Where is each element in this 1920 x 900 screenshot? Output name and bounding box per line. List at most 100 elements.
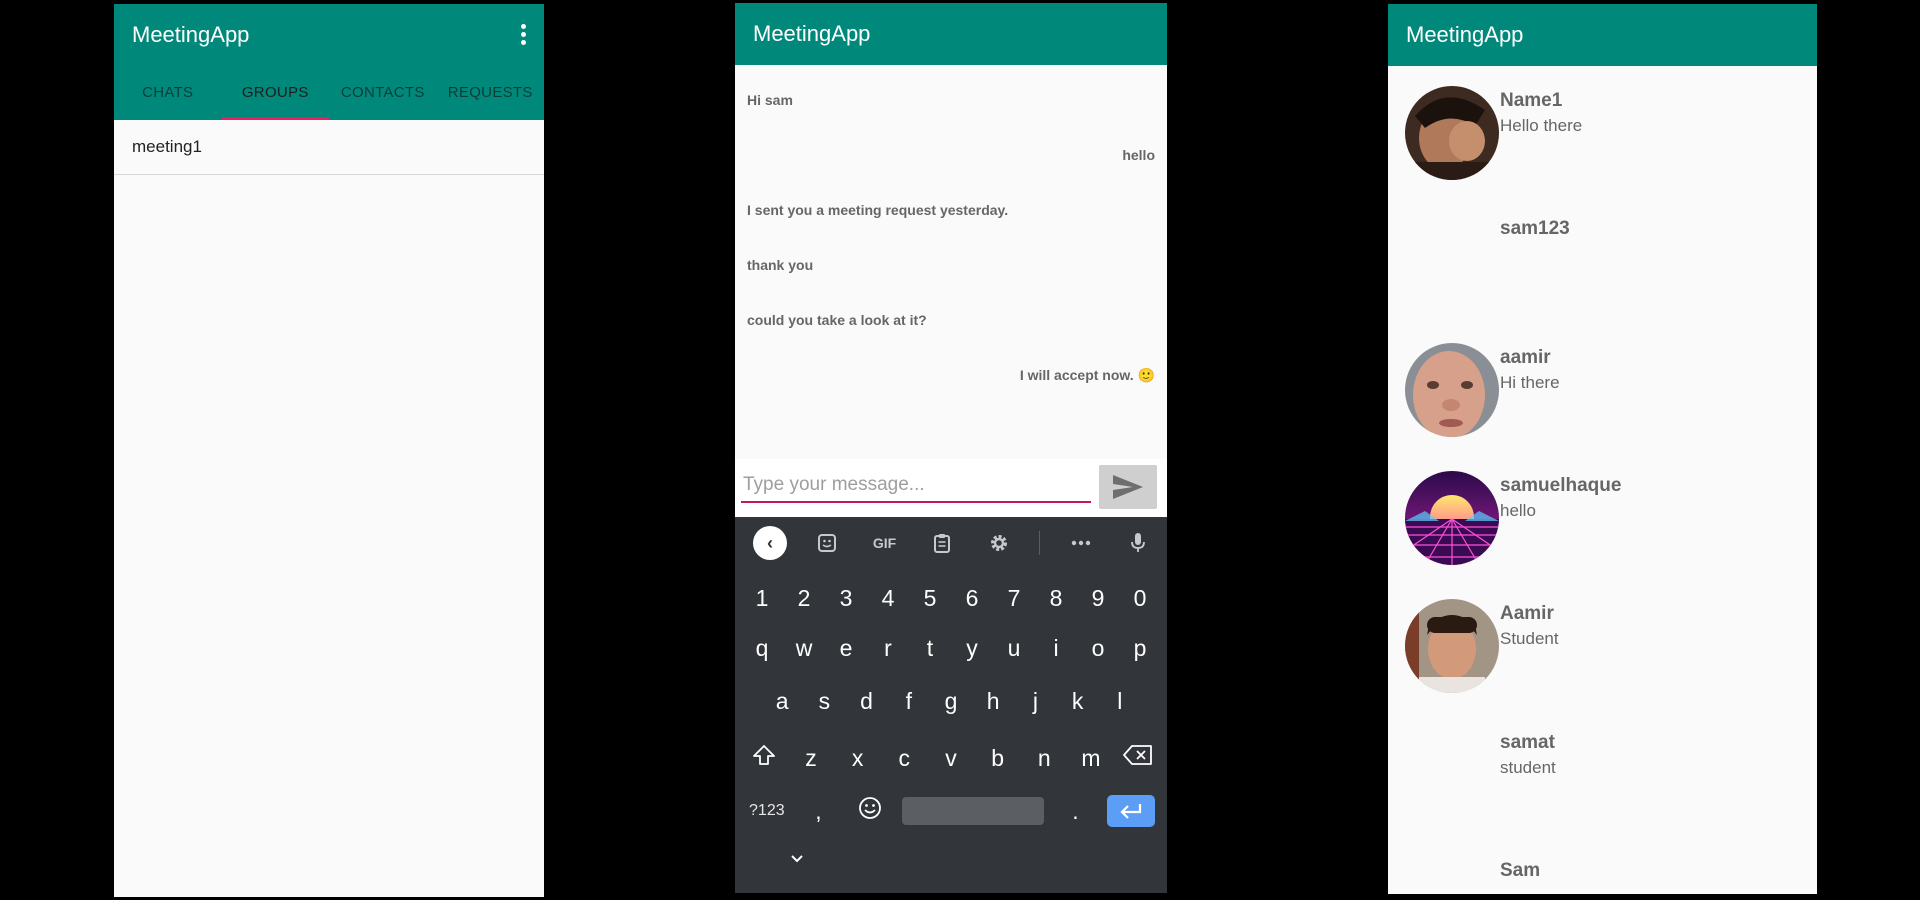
key[interactable]: q (742, 635, 782, 662)
contact-status: Hello there (1500, 116, 1583, 135)
clipboard-icon[interactable] (925, 526, 959, 560)
tab-groups[interactable]: GROUPS (221, 66, 329, 120)
key[interactable]: p (1120, 635, 1160, 662)
message-input[interactable] (741, 469, 1091, 503)
key[interactable]: 9 (1078, 585, 1118, 612)
key[interactable]: i (1036, 635, 1076, 662)
message-received: thank you (747, 257, 814, 273)
key[interactable]: k (1058, 688, 1098, 715)
contact-list-item[interactable]: Name1 Hello there (1388, 82, 1817, 202)
key[interactable]: u (994, 635, 1034, 662)
key[interactable]: 8 (1036, 585, 1076, 612)
contact-list-item[interactable]: Sam (1388, 852, 1817, 894)
key[interactable]: m (1071, 745, 1111, 772)
backspace-key[interactable] (1118, 744, 1158, 772)
contact-list-item[interactable]: sam123 (1388, 210, 1817, 330)
contact-name: Sam (1500, 860, 1541, 881)
keyboard-row-q: q w e r t y u i o p (735, 635, 1167, 662)
keyboard-bottom-row: ?123 , . (735, 795, 1167, 827)
gif-button[interactable]: GIF (868, 526, 902, 560)
contact-name: samuelhaque (1500, 475, 1622, 496)
contact-status: hello (1500, 501, 1536, 520)
key[interactable]: j (1015, 688, 1055, 715)
contact-name: aamir (1500, 347, 1551, 368)
contact-list-item[interactable]: Aamir Student (1388, 595, 1817, 715)
keyboard-row-z: z x c v b n m (735, 743, 1167, 773)
key[interactable]: v (931, 745, 971, 772)
space-key[interactable] (901, 797, 1044, 825)
contact-list-item[interactable]: aamir Hi there (1388, 339, 1817, 459)
emoji-key[interactable] (850, 796, 890, 826)
send-button[interactable] (1099, 465, 1157, 509)
on-screen-keyboard: ‹ GIF 1 2 3 4 5 6 7 8 9 0 q w e r t y u … (735, 517, 1167, 893)
key[interactable]: 4 (868, 585, 908, 612)
backspace-icon (1122, 745, 1152, 765)
tab-bar: CHATS GROUPS CONTACTS REQUESTS (114, 66, 544, 120)
contact-list-item[interactable]: samat student (1388, 724, 1817, 844)
enter-key[interactable] (1107, 795, 1156, 827)
tab-chats[interactable]: CHATS (114, 66, 222, 120)
key[interactable]: 3 (826, 585, 866, 612)
key[interactable]: g (931, 688, 971, 715)
tab-requests[interactable]: REQUESTS (437, 66, 545, 120)
key[interactable]: r (868, 635, 908, 662)
app-bar: MeetingApp (735, 3, 1167, 65)
group-list-item[interactable]: meeting1 (114, 120, 544, 175)
contacts-screen: MeetingApp Name1 Hello there sam123 aami… (1388, 4, 1817, 894)
key[interactable]: 2 (784, 585, 824, 612)
overflow-menu-icon[interactable] (520, 24, 526, 48)
key[interactable]: 6 (952, 585, 992, 612)
hide-keyboard-icon[interactable] (789, 851, 805, 869)
symbols-key[interactable]: ?123 (747, 802, 787, 820)
key[interactable]: 1 (742, 585, 782, 612)
key[interactable]: f (889, 688, 929, 715)
comma-key[interactable]: , (798, 798, 838, 825)
contact-name: Name1 (1500, 90, 1563, 111)
key[interactable]: e (826, 635, 866, 662)
tab-contacts[interactable]: CONTACTS (329, 66, 437, 120)
key[interactable]: h (973, 688, 1013, 715)
contact-status: student (1500, 758, 1556, 777)
back-arrow-icon[interactable]: ‹ (753, 526, 787, 560)
enter-icon (1120, 804, 1142, 819)
key[interactable]: l (1100, 688, 1140, 715)
key[interactable]: o (1078, 635, 1118, 662)
key[interactable]: z (791, 745, 831, 772)
key[interactable]: w (784, 635, 824, 662)
keyboard-toolbar: ‹ GIF (735, 517, 1167, 569)
shift-icon (753, 745, 776, 765)
key[interactable]: n (1024, 745, 1064, 772)
key[interactable]: 7 (994, 585, 1034, 612)
avatar (1405, 471, 1499, 565)
key[interactable]: 5 (910, 585, 950, 612)
key[interactable]: x (838, 745, 878, 772)
contact-status: Hi there (1500, 373, 1560, 392)
key[interactable]: 0 (1120, 585, 1160, 612)
message-composer (735, 459, 1167, 517)
key[interactable]: y (952, 635, 992, 662)
app-title: MeetingApp (753, 21, 871, 46)
key[interactable]: c (884, 745, 924, 772)
groups-screen: MeetingApp CHATS GROUPS CONTACTS REQUEST… (114, 4, 544, 897)
key[interactable]: s (804, 688, 844, 715)
avatar (1405, 86, 1499, 180)
sticker-icon[interactable] (810, 526, 844, 560)
contact-name: sam123 (1500, 218, 1570, 239)
gear-icon[interactable] (982, 526, 1016, 560)
period-key[interactable]: . (1055, 798, 1095, 825)
key[interactable]: a (762, 688, 802, 715)
avatar (1405, 343, 1499, 437)
contact-list-item[interactable]: samuelhaque hello (1388, 467, 1817, 587)
key[interactable]: t (910, 635, 950, 662)
key[interactable]: b (978, 745, 1018, 772)
contact-name: Aamir (1500, 603, 1554, 624)
keyboard-number-row: 1 2 3 4 5 6 7 8 9 0 (735, 585, 1167, 612)
avatar (1405, 599, 1499, 693)
toolbar-divider (1039, 531, 1041, 555)
mic-icon[interactable] (1121, 526, 1155, 560)
more-icon[interactable] (1064, 526, 1098, 560)
message-sent: hello (1122, 147, 1155, 163)
key[interactable]: d (847, 688, 887, 715)
app-bar: MeetingApp (1388, 4, 1817, 66)
shift-key[interactable] (744, 743, 784, 773)
